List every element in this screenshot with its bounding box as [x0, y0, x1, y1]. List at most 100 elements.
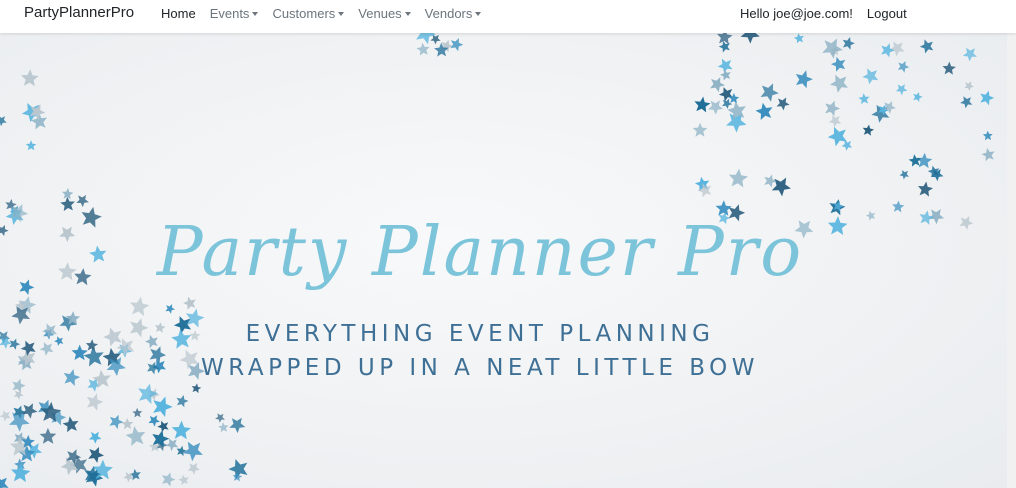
star-icon: [717, 33, 733, 45]
nav-links: Home Events Customers Venues Vendors: [154, 6, 488, 21]
star-icon: [60, 196, 75, 212]
star-icon: [416, 42, 430, 56]
star-icon: [942, 61, 956, 75]
star-icon: [825, 100, 841, 117]
star-icon: [109, 414, 124, 430]
star-icon: [157, 420, 169, 433]
user-greeting: Hello joe@joe.com!: [740, 6, 853, 21]
star-icon: [982, 130, 993, 141]
nav-vendors-dropdown[interactable]: Vendors: [418, 6, 489, 21]
star-icon: [962, 47, 977, 62]
hero-tagline-line1: EVERYTHING EVENT PLANNING: [245, 321, 715, 347]
logout-link[interactable]: Logout: [867, 6, 907, 21]
star-icon: [0, 116, 7, 127]
star-icon: [0, 410, 11, 422]
star-icon: [182, 441, 203, 462]
star-icon: [918, 181, 934, 197]
star-icon: [176, 395, 189, 408]
star-icon: [178, 474, 189, 486]
star-icon: [218, 422, 229, 433]
star-icon: [22, 403, 38, 419]
star-icon: [0, 477, 9, 488]
star-icon: [793, 33, 804, 44]
star-icon: [897, 61, 910, 73]
caret-down-icon: [252, 12, 259, 16]
star-icon: [86, 393, 104, 411]
star-icon: [708, 100, 723, 115]
star-icon: [895, 84, 908, 96]
star-icon: [964, 81, 974, 91]
page-scrollbar[interactable]: [1007, 33, 1016, 488]
brand-link[interactable]: PartyPlannerPro: [24, 4, 134, 21]
star-icon: [822, 38, 843, 59]
nav-venues-dropdown[interactable]: Venues: [351, 6, 417, 21]
star-icon: [710, 77, 725, 93]
star-icon: [132, 407, 143, 418]
star-icon: [776, 97, 790, 111]
star-icon: [232, 472, 243, 482]
star-icon: [148, 415, 160, 427]
star-icon: [842, 37, 855, 50]
nav-home[interactable]: Home: [154, 6, 203, 21]
navbar: PartyPlannerPro Home Events Customers Ve…: [0, 0, 1016, 33]
star-icon: [913, 92, 923, 102]
star-icon: [176, 445, 187, 457]
star-icon: [960, 96, 973, 109]
star-icon: [39, 427, 57, 444]
nav-user-area: Hello joe@joe.com! Logout: [740, 6, 907, 21]
nav-venues-label: Venues: [358, 6, 402, 21]
star-icon: [841, 140, 853, 151]
hero-tagline-line2: WRAPPED UP IN A NEAT LITTLE BOW: [201, 355, 759, 381]
nav-events-dropdown[interactable]: Events: [203, 6, 266, 21]
star-icon: [827, 126, 847, 147]
star-icon: [795, 70, 813, 89]
star-icon: [62, 188, 74, 200]
star-icon: [165, 304, 176, 314]
star-icon: [121, 418, 134, 430]
star-icon: [881, 43, 895, 58]
star-icon: [858, 93, 870, 105]
star-icon: [722, 98, 733, 109]
star-icon: [728, 168, 748, 188]
star-icon: [62, 416, 79, 433]
star-icon: [740, 33, 760, 44]
caret-down-icon: [404, 12, 411, 16]
star-icon: [755, 102, 773, 120]
star-icon: [125, 426, 146, 446]
star-icon: [862, 124, 875, 136]
star-icon: [76, 194, 89, 208]
star-icon: [959, 216, 974, 230]
star-icon: [88, 431, 102, 444]
star-icon: [830, 56, 846, 72]
star-icon: [25, 140, 37, 151]
star-icon: [692, 122, 708, 137]
star-icon: [720, 69, 731, 81]
hero-title: Party Planner Pro: [156, 213, 804, 292]
star-icon: [718, 87, 733, 102]
star-icon: [981, 148, 995, 162]
caret-down-icon: [475, 12, 482, 16]
star-icon: [130, 296, 150, 317]
star-icon: [899, 170, 909, 180]
star-icon: [162, 472, 176, 487]
star-icon: [153, 396, 173, 417]
star-icon: [919, 39, 934, 54]
star-icon: [450, 38, 464, 52]
nav-customers-label: Customers: [272, 6, 336, 21]
star-icon: [760, 83, 779, 102]
star-icon: [13, 390, 24, 400]
star-icon: [916, 152, 933, 169]
nav-vendors-label: Vendors: [424, 6, 473, 21]
star-icon: [862, 68, 879, 85]
star-icon: [828, 115, 842, 128]
star-icon: [171, 420, 191, 440]
star-icon: [21, 69, 39, 87]
hero-banner: Party Planner Pro EVERYTHING EVENT PLANN…: [0, 33, 1007, 488]
nav-customers-dropdown[interactable]: Customers: [265, 6, 351, 21]
star-icon: [191, 383, 202, 394]
star-icon: [215, 413, 225, 423]
star-icon: [88, 447, 104, 463]
star-icon: [892, 200, 905, 213]
star-icon: [430, 34, 441, 45]
star-icon: [11, 463, 31, 483]
